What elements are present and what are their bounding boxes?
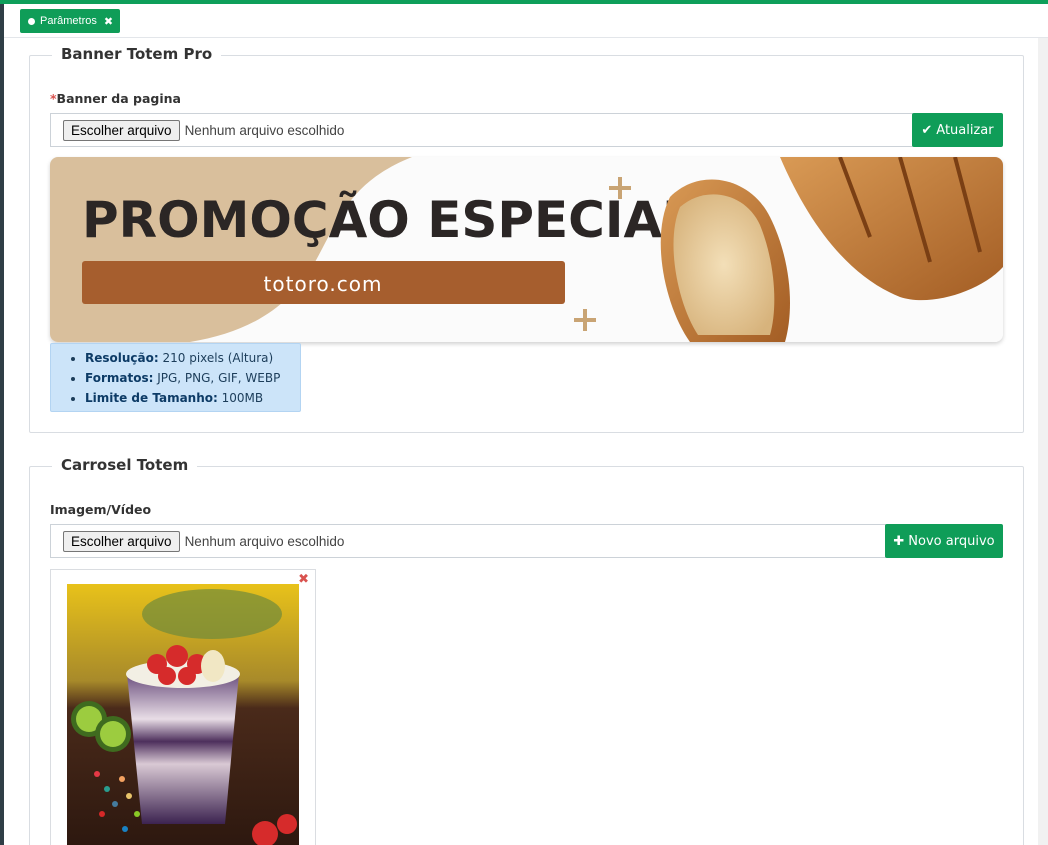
update-button-label: Atualizar xyxy=(936,122,994,138)
info-key: Formatos: xyxy=(85,371,154,385)
file-status-text: Nenhum arquivo escolhido xyxy=(184,122,345,138)
check-icon: ✔ xyxy=(921,122,933,138)
info-item: Resolução: 210 pixels (Altura) xyxy=(85,350,290,366)
plus-icon: ✚ xyxy=(893,533,905,549)
carousel-file-input[interactable]: Escolher arquivo Nenhum arquivo escolhid… xyxy=(50,524,886,558)
left-edge-bar xyxy=(0,0,4,845)
banner-section: Banner Totem Pro *Banner da pagina Escol… xyxy=(29,45,1024,433)
banner-file-input[interactable]: Escolher arquivo Nenhum arquivo escolhid… xyxy=(50,113,913,147)
info-value: 210 pixels (Altura) xyxy=(158,351,274,365)
carousel-item-card: ✖ xyxy=(50,569,316,845)
banner-url-text: totoro.com xyxy=(264,272,383,296)
carousel-item-image xyxy=(67,584,299,845)
circle-icon xyxy=(28,17,35,25)
banner-field-label: *Banner da pagina xyxy=(50,91,181,106)
info-item: Formatos: JPG, PNG, GIF, WEBP xyxy=(85,370,290,386)
close-icon[interactable]: ✖ xyxy=(104,15,113,28)
choose-file-button[interactable]: Escolher arquivo xyxy=(63,119,180,141)
acai-cup-artwork xyxy=(67,584,299,845)
banner-requirements-info: Resolução: 210 pixels (Altura) Formatos:… xyxy=(50,343,301,412)
remove-item-icon[interactable]: ✖ xyxy=(298,571,309,587)
banner-field-label-text: Banner da pagina xyxy=(56,91,181,106)
file-status-text: Nenhum arquivo escolhido xyxy=(184,533,345,549)
info-value: JPG, PNG, GIF, WEBP xyxy=(153,371,281,385)
tab-parametros[interactable]: Parâmetros ✖ xyxy=(20,9,121,33)
banner-preview-image: PROMOÇÃO ESPECIAL totoro.com xyxy=(50,157,1003,342)
info-value: 100MB xyxy=(217,391,264,405)
section-title: Banner Totem Pro xyxy=(52,45,222,63)
banner-artwork: PROMOÇÃO ESPECIAL totoro.com xyxy=(50,157,1003,342)
tab-label: Parâmetros xyxy=(40,15,97,27)
banner-headline: PROMOÇÃO ESPECIAL xyxy=(82,190,694,249)
info-key: Limite de Tamanho: xyxy=(85,391,218,405)
carousel-section: Carrosel Totem Imagem/Vídeo Escolher arq… xyxy=(29,456,1024,845)
new-file-button-label: Novo arquivo xyxy=(908,533,995,549)
info-item: Limite de Tamanho: 100MB xyxy=(85,390,290,406)
carousel-field-label: Imagem/Vídeo xyxy=(50,502,152,517)
update-button[interactable]: ✔ Atualizar xyxy=(912,113,1003,147)
section-title: Carrosel Totem xyxy=(52,456,198,474)
choose-file-button[interactable]: Escolher arquivo xyxy=(63,530,180,552)
scrollbar-track[interactable] xyxy=(1038,38,1048,845)
info-key: Resolução: xyxy=(85,351,159,365)
new-file-button[interactable]: ✚ Novo arquivo xyxy=(885,524,1003,558)
tab-strip: Parâmetros ✖ xyxy=(4,4,1048,38)
